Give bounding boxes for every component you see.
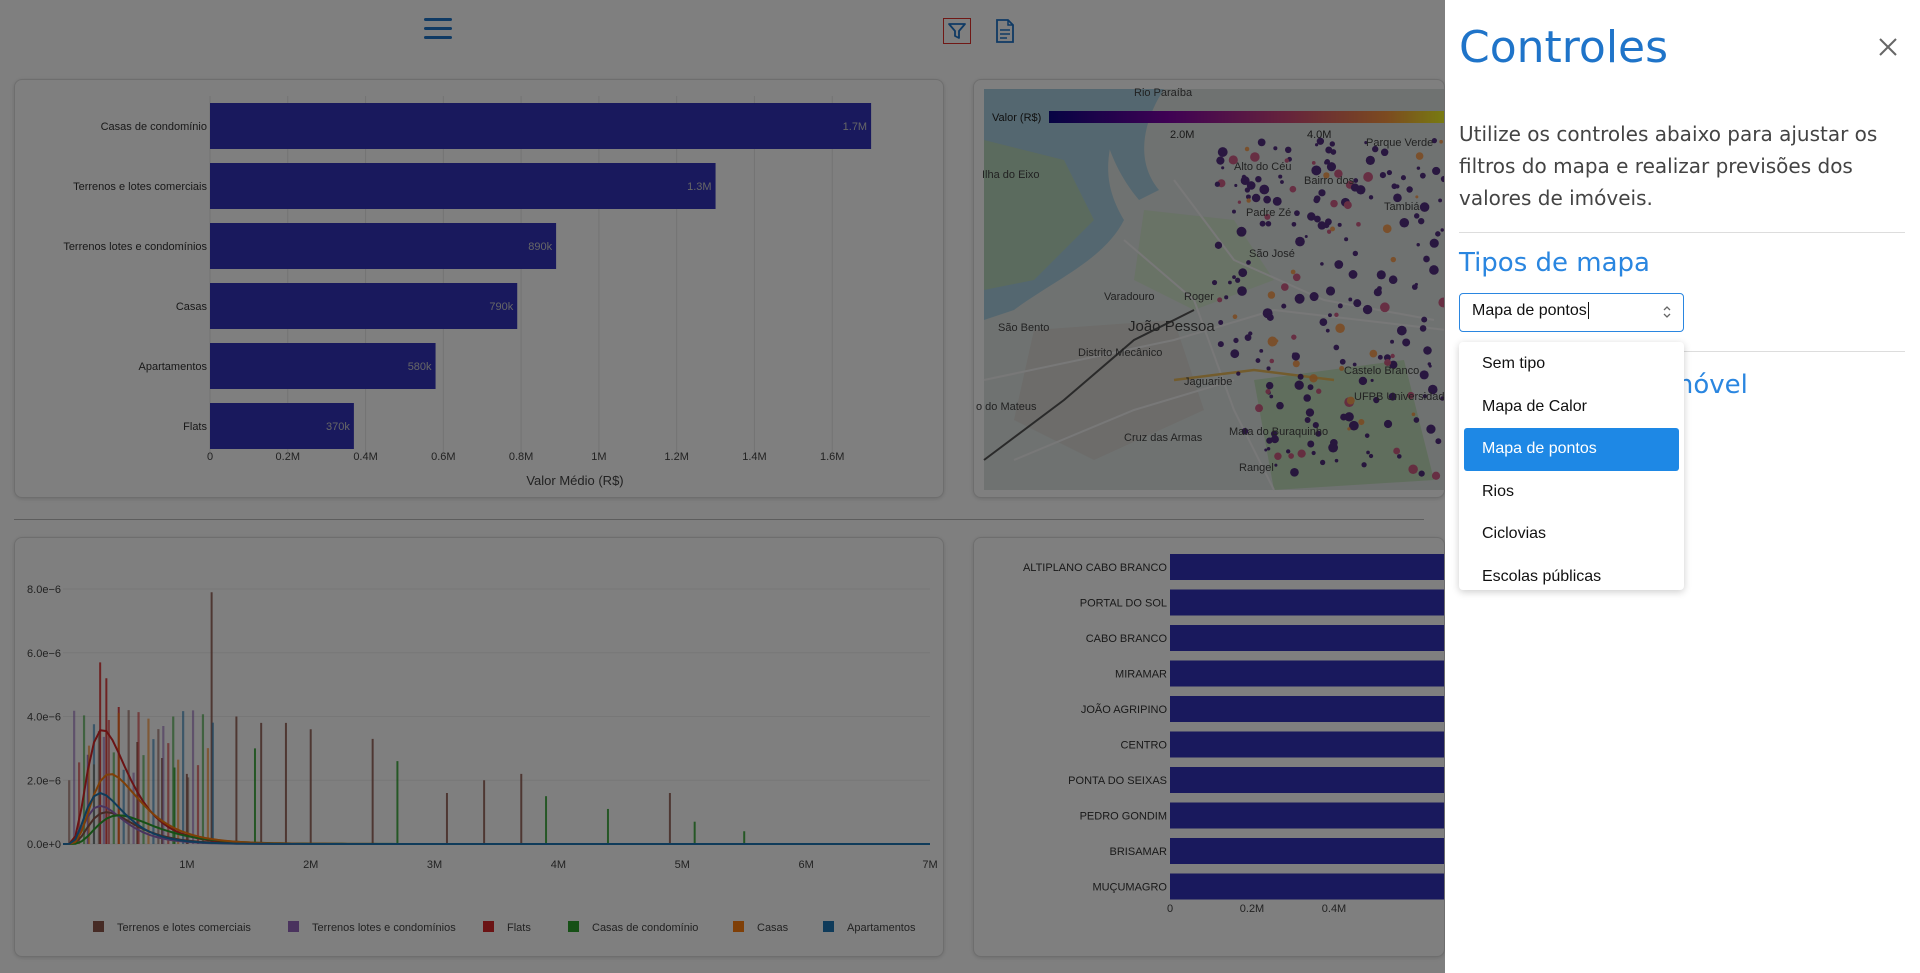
map-type-select[interactable]: Mapa de pontos xyxy=(1459,293,1684,332)
panel-divider xyxy=(1459,232,1905,233)
modal-backdrop[interactable] xyxy=(0,0,1445,973)
option-ciclovias[interactable]: Ciclovias xyxy=(1464,513,1679,556)
controls-panel: Controles Utilize os controles abaixo pa… xyxy=(1445,0,1920,973)
panel-description: Utilize os controles abaixo para ajustar… xyxy=(1459,122,1878,210)
option-mapa-de-pontos[interactable]: Mapa de pontos xyxy=(1464,428,1679,471)
map-types-heading: Tipos de mapa xyxy=(1459,248,1650,278)
chevron-updown-icon xyxy=(1663,306,1671,318)
option-escolas-publicas[interactable]: Escolas públicas xyxy=(1464,556,1679,591)
option-rios[interactable]: Rios xyxy=(1464,471,1679,514)
map-type-options: Sem tipo Mapa de Calor Mapa de pontos Ri… xyxy=(1459,342,1684,590)
option-mapa-de-calor[interactable]: Mapa de Calor xyxy=(1464,386,1679,429)
map-type-select-value: Mapa de pontos xyxy=(1472,302,1587,319)
option-sem-tipo[interactable]: Sem tipo xyxy=(1464,343,1679,386)
panel-title: Controles xyxy=(1459,22,1669,73)
close-icon[interactable] xyxy=(1877,36,1899,58)
